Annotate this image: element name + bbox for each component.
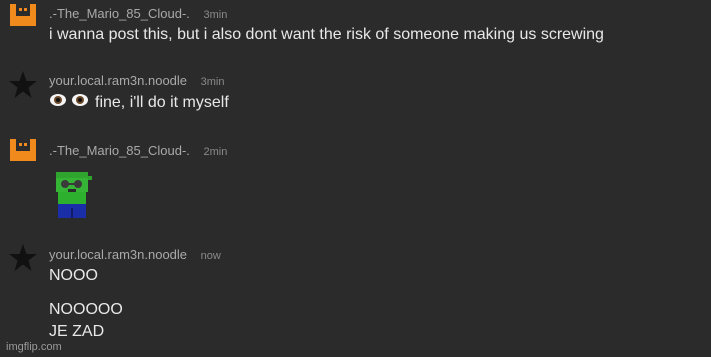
- message-text: fine, i'll do it myself: [49, 92, 229, 114]
- username[interactable]: .-The_Mario_85_Cloud-.: [49, 6, 190, 21]
- orange-bucket-icon[interactable]: [8, 2, 38, 32]
- message-header: .-The_Mario_85_Cloud-. 3min: [49, 6, 227, 21]
- username[interactable]: your.local.ram3n.noodle: [49, 247, 187, 262]
- black-star-icon[interactable]: [8, 243, 38, 273]
- black-star-icon[interactable]: [8, 70, 38, 100]
- message-header: your.local.ram3n.noodle now: [49, 247, 221, 262]
- green-character-sprite[interactable]: [50, 170, 96, 220]
- message-text: JE ZAD: [49, 323, 105, 340]
- timestamp: 2min: [203, 146, 228, 158]
- username[interactable]: your.local.ram3n.noodle: [49, 73, 187, 88]
- timestamp: 3min: [200, 76, 225, 88]
- message-text: i wanna post this, but i also dont want …: [49, 26, 604, 43]
- message-text: NOOOOO: [49, 301, 123, 318]
- message-header: your.local.ram3n.noodle 3min: [49, 73, 225, 88]
- message-text: NOOO: [49, 267, 98, 284]
- message-body: fine, i'll do it myself: [95, 94, 229, 112]
- watermark: imgflip.com: [6, 341, 62, 353]
- username[interactable]: .-The_Mario_85_Cloud-.: [49, 143, 190, 158]
- eyes-emoji: [49, 92, 91, 114]
- timestamp: 3min: [203, 9, 228, 21]
- timestamp: now: [200, 250, 221, 262]
- message-header: .-The_Mario_85_Cloud-. 2min: [49, 143, 227, 158]
- orange-bucket-icon[interactable]: [8, 137, 38, 167]
